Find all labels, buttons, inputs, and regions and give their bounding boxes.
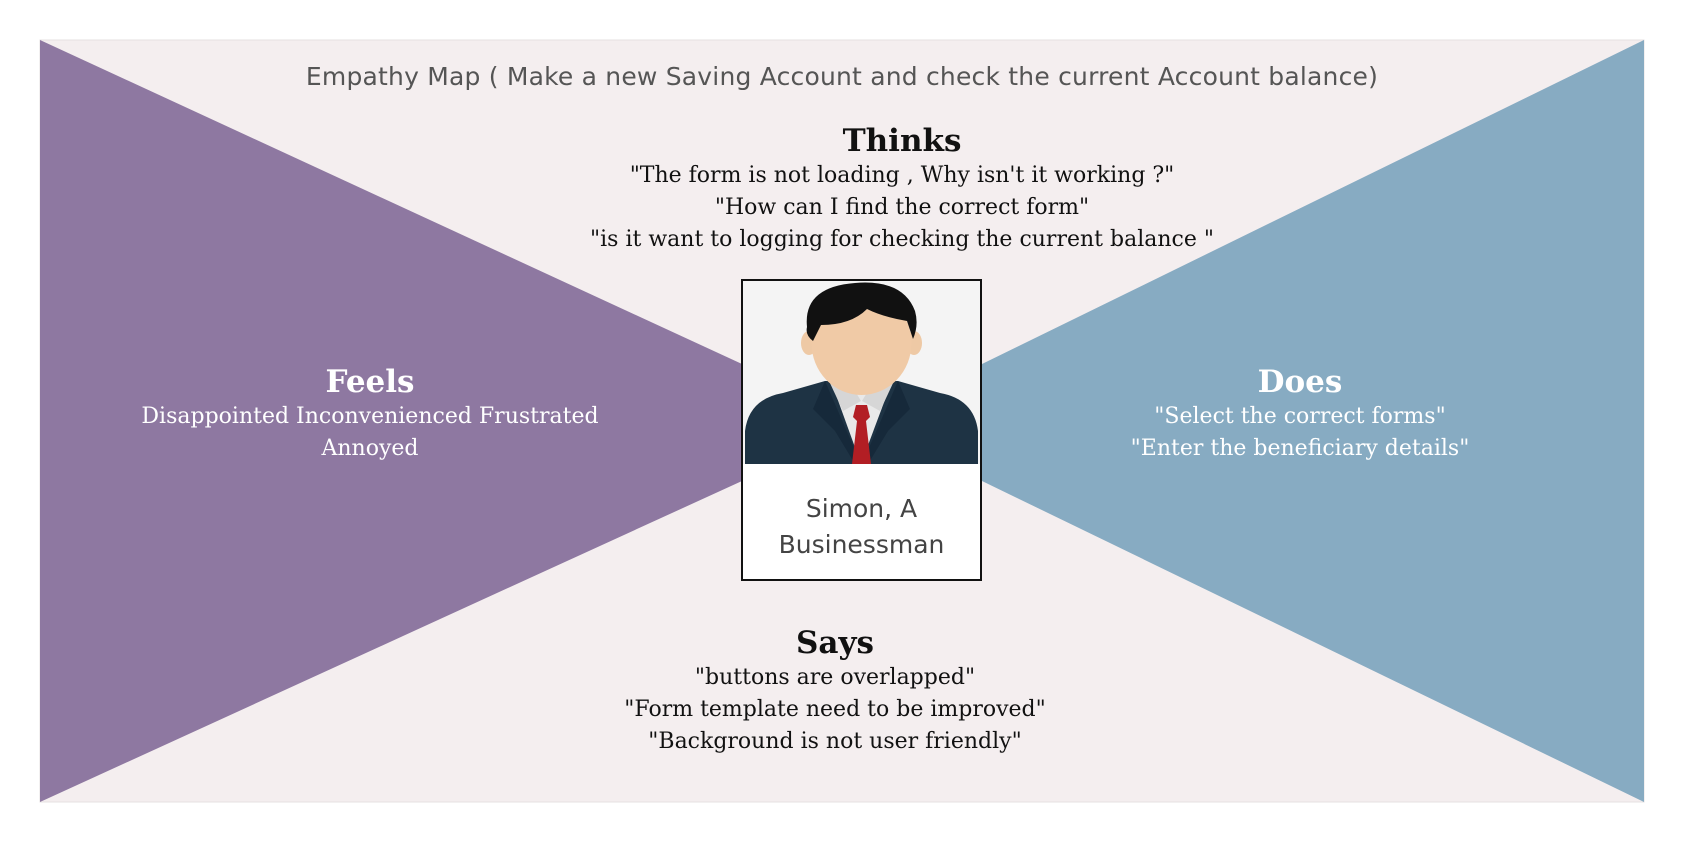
businessman-avatar-icon	[743, 281, 980, 464]
feels-line: Disappointed Inconvenienced Frustrated	[141, 404, 599, 429]
says-line: "Background is not user friendly"	[648, 729, 1022, 754]
feels-line: Annoyed	[321, 436, 419, 461]
page-title: Empathy Map ( Make a new Saving Account …	[305, 62, 1379, 91]
persona-role-line: Businessman	[778, 530, 945, 559]
says-line: "Form template need to be improved"	[624, 697, 1046, 722]
persona-card: Simon, A Businessman	[741, 279, 982, 581]
does-section: Does "Select the correct forms" "Enter t…	[1100, 363, 1500, 465]
does-heading: Does	[1257, 364, 1343, 400]
thinks-section: Thinks "The form is not loading , Why is…	[560, 122, 1244, 256]
thinks-line: "is it want to logging for checking the …	[590, 227, 1214, 252]
feels-heading: Feels	[325, 364, 415, 400]
persona-name-line: Simon, A	[805, 494, 918, 523]
feels-section: Feels Disappointed Inconvenienced Frustr…	[100, 363, 640, 465]
says-section: Says "buttons are overlapped" "Form temp…	[560, 624, 1110, 758]
thinks-heading: Thinks	[842, 123, 962, 159]
says-line: "buttons are overlapped"	[694, 665, 976, 690]
thinks-line: "How can I find the correct form"	[714, 195, 1090, 220]
does-line: "Enter the beneficiary details"	[1130, 436, 1470, 461]
persona-name: Simon, A Businessman	[743, 491, 980, 563]
thinks-line: "The form is not loading , Why isn't it …	[629, 163, 1175, 188]
does-line: "Select the correct forms"	[1154, 404, 1446, 429]
says-heading: Says	[796, 625, 874, 661]
